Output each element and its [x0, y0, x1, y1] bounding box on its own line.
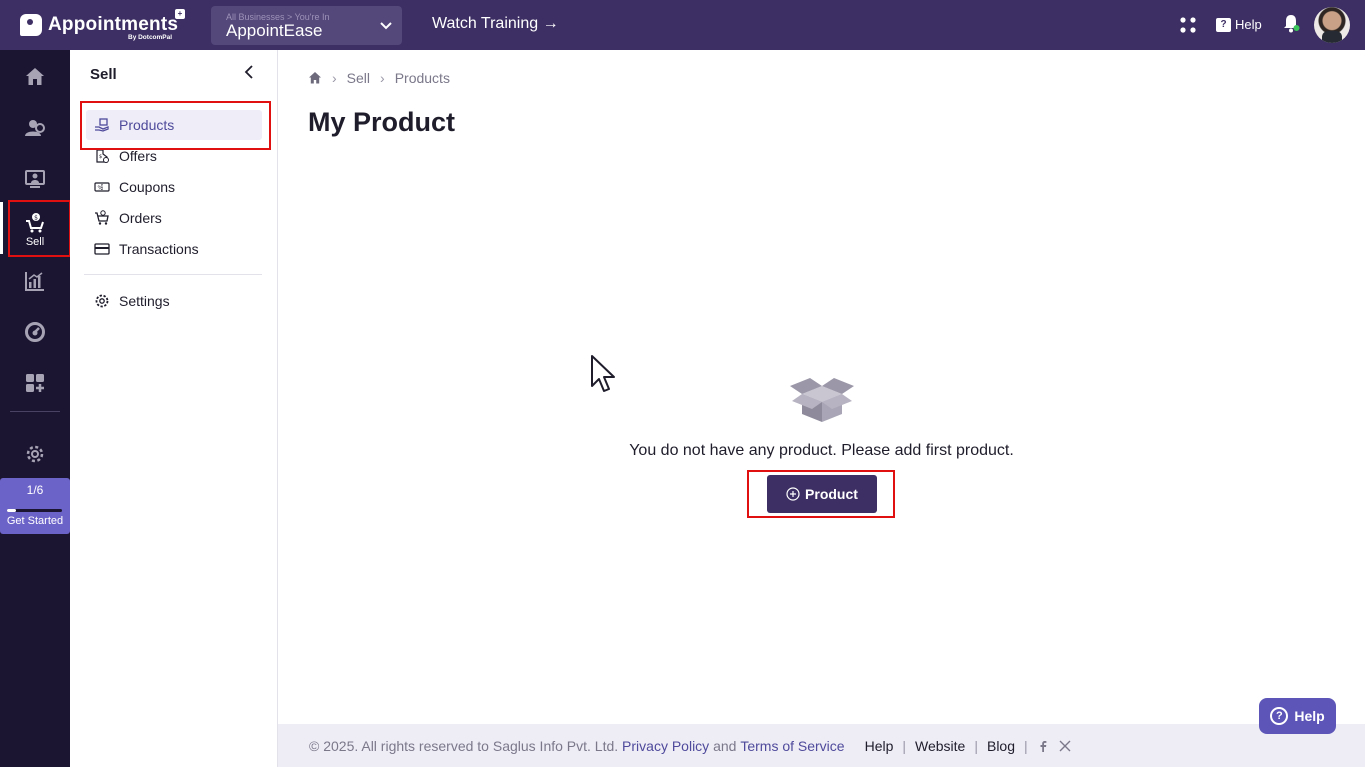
sidebar-item-label: Transactions — [119, 241, 199, 257]
open-box-icon — [790, 378, 854, 422]
offer-tag-icon: $ — [96, 149, 109, 163]
sidebar-item-label: Offers — [119, 148, 157, 164]
sidebar-item-coupons[interactable]: % Coupons — [86, 172, 262, 202]
breadcrumb-products: Products — [394, 70, 450, 86]
sell-highlight-box — [8, 200, 71, 257]
home-icon — [26, 68, 44, 85]
footer-website-link[interactable]: Website — [915, 738, 965, 754]
watch-training-link[interactable]: Watch Training → — [432, 15, 559, 33]
orders-icon — [95, 210, 109, 225]
apps-grid-icon[interactable] — [1180, 17, 1196, 33]
footer-help-link[interactable]: Help — [865, 738, 894, 754]
floating-help-button[interactable]: ? Help — [1259, 698, 1336, 734]
breadcrumb-separator: › — [380, 70, 385, 86]
footer-separator: | — [974, 737, 978, 754]
footer-and: and — [713, 737, 737, 754]
terms-link[interactable]: Terms of Service — [740, 738, 844, 754]
bar-chart-icon — [25, 272, 44, 291]
apps-nav[interactable] — [0, 363, 70, 403]
footer-copyright: © 2025. All rights reserved to Saglus In… — [309, 737, 619, 754]
svg-text:$: $ — [99, 154, 102, 160]
x-twitter-icon[interactable] — [1059, 740, 1071, 752]
monitor-user-icon — [25, 170, 45, 188]
sidebar-divider — [84, 274, 262, 275]
sidebar-item-label: Orders — [119, 210, 162, 226]
sidebar-item-orders[interactable]: Orders — [86, 203, 262, 233]
empty-state-text: You do not have any product. Please add … — [629, 442, 1014, 459]
svg-text:%: % — [98, 186, 103, 192]
question-icon: ? — [1216, 17, 1231, 32]
gear-icon — [26, 445, 44, 463]
footer-blog-link[interactable]: Blog — [987, 738, 1015, 754]
sidebar-title: Sell — [90, 66, 117, 83]
app-name: Appointments — [48, 14, 179, 35]
card-icon — [94, 243, 110, 255]
get-started-progress-fill — [7, 509, 17, 512]
help-label: Help — [1235, 17, 1262, 32]
add-button-highlight-box — [747, 470, 895, 518]
question-circle-icon: ? — [1270, 707, 1289, 725]
rail-divider — [10, 411, 60, 412]
settings-nav[interactable] — [0, 434, 70, 474]
breadcrumb-sell[interactable]: Sell — [347, 70, 370, 86]
breadcrumb-separator: › — [332, 70, 337, 86]
app-logo[interactable]: Appointments + By DotcomPal — [20, 0, 190, 50]
logo-mark-icon — [20, 14, 42, 36]
contacts-nav[interactable] — [0, 108, 70, 148]
help-button[interactable]: ? Help — [1216, 17, 1262, 32]
gauge-icon — [25, 322, 45, 342]
top-bar: Appointments + By DotcomPal — [0, 0, 1365, 50]
footer-separator: | — [1024, 737, 1028, 754]
footer: © 2025. All rights reserved to Saglus In… — [278, 724, 1365, 767]
add-apps-icon — [26, 374, 44, 392]
business-selector[interactable]: All Businesses > You're In AppointEase — [211, 6, 402, 45]
sidebar-item-label: Coupons — [119, 179, 176, 195]
sell-sidebar: Sell Products $ Offers % Coupons Orders … — [70, 50, 278, 767]
home-nav[interactable] — [0, 57, 70, 97]
contacts-icon — [25, 120, 45, 136]
icon-rail: $ Sell 1/6 Get Started — [0, 50, 71, 767]
coupon-icon: % — [94, 182, 110, 192]
get-started-widget[interactable]: 1/6 Get Started — [0, 478, 70, 534]
business-name: AppointEase — [226, 21, 323, 40]
main-content: › Sell › Products My Product You do not … — [278, 50, 1365, 724]
breadcrumb: › Sell › Products — [308, 70, 450, 86]
sidebar-item-settings[interactable]: Settings — [86, 286, 262, 316]
products-highlight-box — [80, 101, 271, 150]
sidebar-item-transactions[interactable]: Transactions — [86, 234, 262, 264]
facebook-icon[interactable] — [1037, 740, 1049, 752]
get-started-step: 1/6 — [26, 483, 44, 497]
get-started-label: Get Started — [6, 515, 64, 527]
sidebar-item-label: Settings — [119, 293, 170, 309]
empty-state-message: You do not have any product. Please add … — [278, 442, 1365, 460]
footer-separator: | — [902, 737, 907, 754]
home-icon[interactable] — [308, 71, 322, 85]
get-started-progress — [7, 509, 62, 512]
bell-icon[interactable] — [1282, 13, 1300, 33]
user-avatar[interactable] — [1314, 7, 1350, 43]
gear-icon — [95, 294, 109, 308]
app-byline: By DotcomPal — [128, 34, 173, 41]
floating-help-label: Help — [1294, 708, 1325, 724]
bookings-nav[interactable] — [0, 159, 70, 199]
page-title: My Product — [308, 107, 456, 137]
privacy-policy-link[interactable]: Privacy Policy — [622, 738, 709, 754]
mouse-cursor-icon — [591, 355, 615, 392]
chevron-down-icon — [380, 22, 392, 30]
chevron-left-icon[interactable] — [242, 64, 258, 80]
app-badge: + — [175, 9, 185, 19]
dashboard-nav[interactable] — [0, 312, 70, 352]
reports-nav[interactable] — [0, 261, 70, 301]
